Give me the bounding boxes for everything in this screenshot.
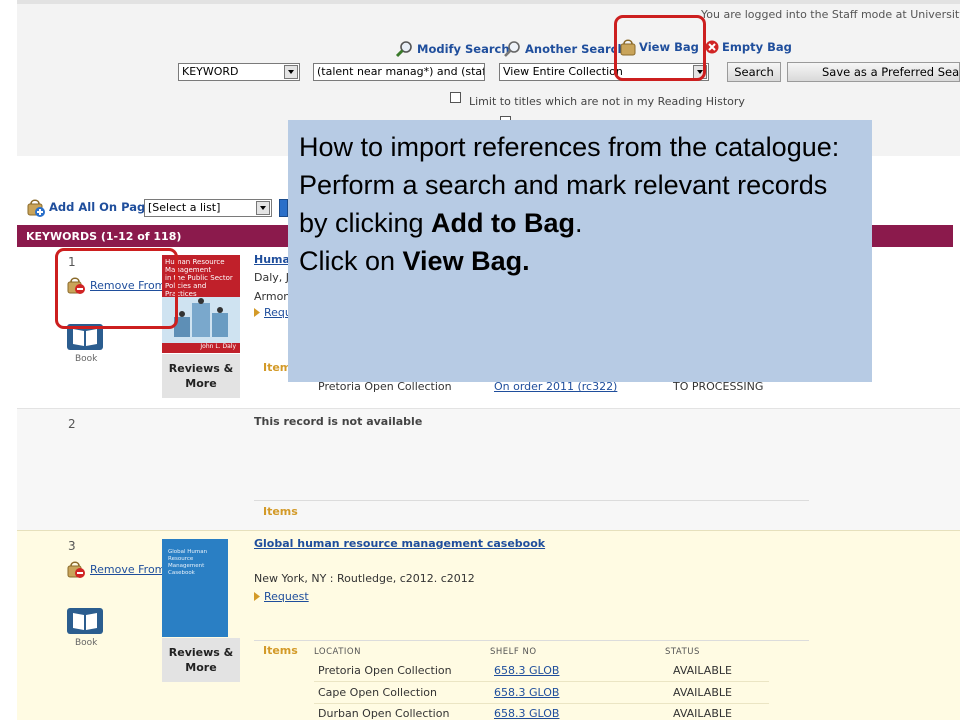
- arrow-right-icon: [254, 308, 260, 317]
- callout-period: .: [575, 208, 583, 238]
- callout-step-view-text: Click on: [299, 246, 403, 276]
- callout-view-bag-emphasis: View Bag.: [402, 246, 530, 276]
- more-label: More: [185, 377, 217, 390]
- search-button[interactable]: Search: [727, 62, 781, 82]
- collection-scope-value: View Entire Collection: [503, 65, 623, 78]
- items-divider: [254, 500, 809, 501]
- holding-shelf-link[interactable]: 658.3 GLOB: [494, 686, 559, 699]
- holding-shelf-link[interactable]: 658.3 GLOB: [494, 664, 559, 677]
- result-number: 3: [68, 539, 76, 553]
- result-row-3: [17, 530, 960, 720]
- cover-title-line: Casebook: [168, 570, 195, 576]
- record-unavailable-message: This record is not available: [254, 415, 423, 428]
- view-bag-highlight: [614, 15, 706, 81]
- search-query-input[interactable]: (talent near manag*) and (staff* o: [313, 63, 485, 81]
- book-format-label: Book: [75, 354, 98, 364]
- holding-status: AVAILABLE: [673, 686, 732, 699]
- limit-reading-history-checkbox[interactable]: [450, 92, 461, 103]
- result-author: Daly, J: [254, 271, 290, 284]
- result-publisher: Armon: [254, 290, 291, 303]
- items-label: Items: [263, 644, 298, 657]
- items-divider: [254, 640, 809, 641]
- magnifier-icon: [395, 41, 412, 58]
- request-link[interactable]: Request: [254, 590, 309, 603]
- callout-add-to-bag-emphasis: Add to Bag: [431, 208, 576, 238]
- arrow-right-icon: [254, 592, 260, 601]
- holding-status: AVAILABLE: [673, 664, 732, 677]
- empty-bag-label: Empty Bag: [722, 40, 792, 54]
- holding-location: Cape Open Collection: [318, 686, 437, 699]
- cover-title-line: Management: [168, 563, 205, 569]
- shelf-column-header: SHELF NO: [490, 647, 537, 657]
- callout-intro-text: How to import references from the catalo…: [299, 132, 840, 162]
- more-label: More: [185, 661, 217, 674]
- remove-from-label: Remove From: [90, 562, 166, 576]
- items-label: Items: [263, 505, 298, 518]
- location-column-header: LOCATION: [314, 647, 361, 657]
- search-field-value: KEYWORD: [182, 65, 239, 78]
- holding-shelf-link[interactable]: 658.3 GLOB: [494, 707, 559, 720]
- another-search-label: Another Search: [525, 42, 626, 56]
- cover-title-line: Global Human: [168, 549, 208, 555]
- reviews-and-more-button[interactable]: Reviews & More: [162, 354, 240, 398]
- remove-from-bag-highlight: [55, 248, 178, 329]
- book-format-label: Book: [75, 638, 98, 648]
- holding-location: Durban Open Collection: [318, 707, 450, 720]
- cover-title-line: Resource: [168, 556, 194, 562]
- top-divider: [17, 0, 960, 4]
- result-title-link[interactable]: Global human resource management caseboo…: [254, 537, 545, 550]
- reviews-and-more-button[interactable]: Reviews & More: [162, 638, 240, 682]
- request-link[interactable]: Requ: [254, 306, 292, 319]
- callout-step-add: Perform a search and mark relevant recor…: [299, 166, 861, 242]
- chevron-down-icon: [256, 201, 270, 215]
- modify-search-link[interactable]: Modify Search: [394, 40, 510, 58]
- holding-status: AVAILABLE: [673, 707, 732, 720]
- holding-location: Pretoria Open Collection: [318, 664, 452, 677]
- holding-divider: [314, 703, 769, 704]
- add-bag-icon: [27, 199, 45, 217]
- modify-search-label: Modify Search: [417, 42, 510, 56]
- remove-bag-icon: [67, 561, 85, 578]
- request-label: Request: [264, 590, 309, 603]
- status-column-header: STATUS: [665, 647, 700, 657]
- magnifier-icon: [504, 41, 520, 57]
- add-all-label: Add All On Page: [49, 200, 154, 214]
- reviews-label: Reviews &: [168, 362, 234, 375]
- book-format-icon: [66, 607, 104, 638]
- tutorial-callout: How to import references from the catalo…: [288, 120, 872, 382]
- another-search-link[interactable]: Another Search: [502, 40, 626, 58]
- book-cover-image[interactable]: Global Human Resource Management Caseboo…: [162, 539, 228, 637]
- callout-step-view: Click on View Bag.: [299, 242, 861, 280]
- search-query-value: (talent near manag*) and (staff* o: [317, 65, 485, 78]
- result-number: 2: [68, 417, 76, 431]
- list-select[interactable]: [Select a list]: [144, 199, 272, 217]
- remove-from-bag-link[interactable]: Remove From: [67, 560, 165, 578]
- reviews-label: Reviews &: [168, 646, 234, 659]
- holding-divider: [314, 681, 769, 682]
- save-preferred-search-button[interactable]: Save as a Preferred Search: [787, 62, 960, 82]
- chevron-down-icon: [284, 65, 298, 79]
- result-row-2: [17, 408, 960, 530]
- list-select-value: [Select a list]: [148, 201, 221, 214]
- logged-in-status: You are logged into the Staff mode at Un…: [701, 8, 960, 21]
- add-all-on-page-link[interactable]: Add All On Page: [26, 197, 153, 217]
- list-action-icon[interactable]: [279, 199, 288, 217]
- empty-bag-link[interactable]: Empty Bag: [705, 40, 792, 54]
- empty-bag-icon: [705, 40, 719, 54]
- result-publisher: New York, NY : Routledge, c2012. c2012: [254, 572, 475, 585]
- limit-reading-history-label: Limit to titles which are not in my Read…: [469, 95, 745, 108]
- cover-author: John L. Daly: [162, 343, 240, 353]
- search-field-select[interactable]: KEYWORD: [178, 63, 300, 81]
